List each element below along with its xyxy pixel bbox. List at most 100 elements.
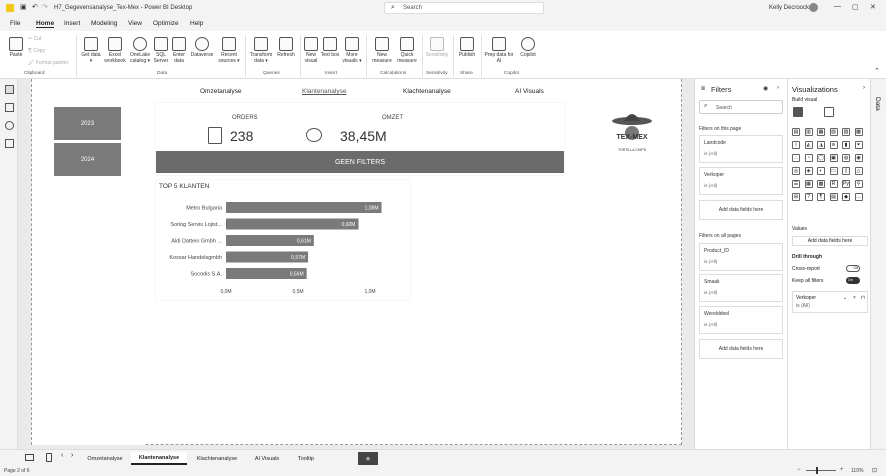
pie-visual-icon[interactable]: ◔ [804,154,813,162]
prep-data-ai-button[interactable]: Prep data for AI [483,37,515,64]
page-tab-ai-visuals[interactable]: AI Visuals [245,452,289,465]
top5-klanten-chart[interactable]: TOP 5 KLANTEN Metro Bulgaria 1,08M Sorlog … [156,180,410,300]
get-data-button[interactable]: Get data ▾ [80,37,102,64]
clustered-column-visual-icon[interactable]: ▧ [829,128,838,136]
more-visual-icon[interactable]: … [854,193,863,201]
dataverse-button[interactable]: Dataverse [188,37,216,59]
decomposition-visual-icon[interactable]: ⊞ [792,193,800,201]
filter-card-product-id[interactable]: Product_ID is (All) [699,243,783,271]
page-tab-klantenanalyse[interactable]: Klantenanalyse [131,452,187,465]
slicer-year-2024[interactable]: 2024 [54,143,121,176]
drill-through-field[interactable]: Verkoper is (All) ⌄ × ⊓ [792,291,868,313]
redo-icon[interactable]: ↷ [42,3,48,11]
filter-card-landcode[interactable]: Landcode is (All) [699,135,783,163]
recent-sources-button[interactable]: Recent sources ▾ [216,37,242,64]
scatter-visual-icon[interactable]: ∴ [792,154,800,162]
close-icon[interactable]: ✕ [870,3,876,11]
menu-help[interactable]: Help [190,20,203,27]
nav-klachtenanalyse[interactable]: Klachtenanalyse [403,88,451,95]
desktop-layout-icon[interactable] [25,454,34,461]
bar[interactable] [226,218,359,230]
sql-server-button[interactable]: SQL Server [152,37,170,64]
stacked-column-visual-icon[interactable]: ▥ [804,128,813,136]
transform-data-button[interactable]: Transform data ▾ [248,37,274,64]
page-tab-omzetanalyse[interactable]: Omzetanalyse [79,452,131,465]
100-column-visual-icon[interactable]: ▩ [854,128,863,136]
treemap-visual-icon[interactable]: ▣ [829,154,838,162]
nav-ai-visuals[interactable]: AI Visuals [515,88,544,95]
menu-home[interactable]: Home [36,20,55,28]
collapse-pane-icon[interactable]: › [863,85,865,91]
copilot-button[interactable]: Copilot [516,37,540,59]
cut-button[interactable]: ✂ Cut [28,36,41,43]
map-visual-icon[interactable]: ◍ [842,154,850,162]
zoom-out-icon[interactable]: − [797,467,801,473]
filter-card-werelddeel[interactable]: Werelddeel is (All) [699,306,783,334]
funnel-visual-icon[interactable]: ⏷ [854,141,863,149]
table-visual-icon[interactable]: ▦ [804,180,813,188]
filled-map-visual-icon[interactable]: ◉ [854,154,863,162]
card-visual-icon[interactable]: ▭ [829,167,838,175]
lock-icon[interactable]: ⊓ [861,295,865,301]
donut-visual-icon[interactable]: ◯ [817,154,825,162]
powerapps-visual-icon[interactable]: ◆ [842,193,850,201]
more-visuals-button[interactable]: More visuals ▾ [340,37,364,64]
zoom-in-icon[interactable]: + [840,467,844,473]
clustered-bar-visual-icon[interactable]: ▦ [817,128,825,136]
menu-insert[interactable]: Insert [64,20,80,27]
keep-filters-toggle[interactable]: On [846,277,860,284]
report-view-icon[interactable] [5,85,14,94]
save-icon[interactable]: ▣ [20,3,27,11]
filter-card-smaak[interactable]: Smaak is (All) [699,274,783,302]
ribbon-visual-icon[interactable]: ≋ [829,141,838,149]
paste-button[interactable]: Paste [6,37,26,59]
menu-modeling[interactable]: Modeling [91,20,117,27]
nav-klantenanalyse[interactable]: Klantenanalyse [302,88,346,95]
enter-data-button[interactable]: Enter data [170,37,188,64]
page-tab-klachtenanalyse[interactable]: Klachtenanalyse [189,452,245,465]
maximize-icon[interactable]: ▢ [852,3,859,11]
mobile-layout-icon[interactable] [46,453,52,462]
new-visual-button[interactable]: New visual [302,37,320,64]
global-search-box[interactable]: ⌕ Search [384,2,544,14]
close-icon[interactable]: × [853,295,856,301]
waterfall-visual-icon[interactable]: ▮ [842,141,850,149]
page-tab-tooltip[interactable]: Tooltip [289,452,323,465]
format-visual-tab-icon[interactable] [824,107,834,117]
add-page-button[interactable]: + [358,452,378,465]
stacked-area-visual-icon[interactable]: ◮ [817,141,825,149]
zoom-slider[interactable] [806,470,836,471]
menu-optimize[interactable]: Optimize [153,20,179,27]
kpi-visual-icon[interactable]: △ [854,167,863,175]
dax-query-view-icon[interactable] [5,139,14,148]
python-visual-icon[interactable]: Py [842,180,850,188]
sensitivity-button[interactable]: Sensitivity [424,37,450,59]
matrix-visual-icon[interactable]: ▩ [817,180,825,188]
zoom-slider-handle[interactable] [816,467,818,474]
values-field-well[interactable]: Add data fields here [792,236,868,246]
onelake-button[interactable]: OneLake catalog ▾ [128,37,152,64]
line-visual-icon[interactable]: ⌇ [792,141,800,149]
add-page-filter-field[interactable]: Add data fields here [699,200,783,220]
chevron-left-icon[interactable]: ‹ [61,452,63,459]
paginated-visual-icon[interactable]: ▤ [829,193,838,201]
table-view-icon[interactable] [5,103,14,112]
area-visual-icon[interactable]: ◭ [804,141,813,149]
slicer-year-2023[interactable]: 2023 [54,107,121,140]
text-box-button[interactable]: Text box [320,37,340,59]
excel-workbook-button[interactable]: Excel workbook [102,37,128,64]
narrative-visual-icon[interactable]: ¶ [817,193,825,201]
fit-page-icon[interactable]: ⊡ [872,467,877,474]
collapse-ribbon-icon[interactable]: ⌃ [874,67,880,75]
100-bar-visual-icon[interactable]: ▨ [842,128,850,136]
chevron-down-icon[interactable]: ⌄ [843,295,847,301]
quick-measure-button[interactable]: Quick measure [395,37,419,64]
filter-card-verkoper[interactable]: Verkoper is (All) [699,167,783,195]
geen-filters-button[interactable]: GEEN FILTERS [156,151,564,173]
shape-map-visual-icon[interactable]: ◈ [804,167,813,175]
add-all-pages-filter-field[interactable]: Add data fields here [699,339,783,359]
avatar[interactable] [809,3,818,12]
eye-icon[interactable]: ◉ [763,85,768,92]
filter-search-input[interactable]: ⌕ Search [699,100,783,114]
menu-view[interactable]: View [128,20,142,27]
